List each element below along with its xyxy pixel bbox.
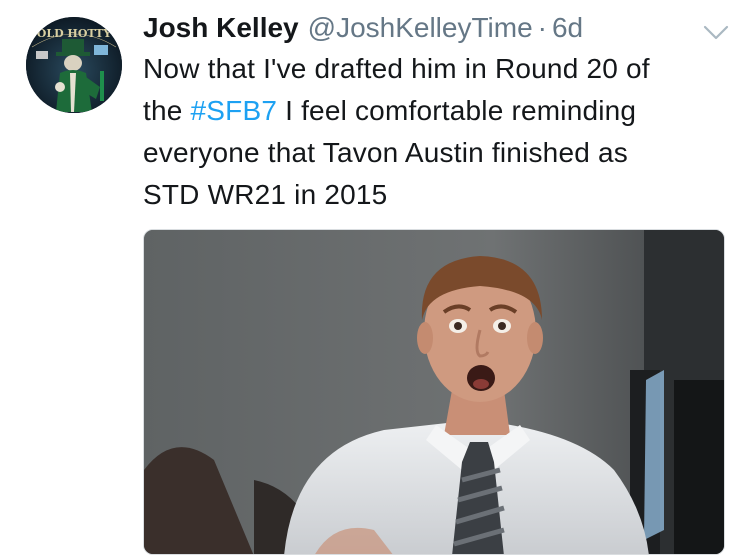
chevron-down-icon[interactable] (703, 24, 729, 42)
tweet-text: Now that I've drafted him in Round 20 of… (143, 48, 723, 216)
author-name[interactable]: Josh Kelley (143, 8, 299, 48)
tweet-card: OLD HOTTY Josh Kelley @JoshKelleyTime · … (0, 0, 737, 559)
tweet-text-line: the #SFB7 I feel comfortable reminding (143, 90, 723, 132)
hashtag-link[interactable]: #SFB7 (191, 95, 278, 126)
timestamp[interactable]: 6d (552, 8, 583, 48)
author-handle[interactable]: @JoshKelleyTime (308, 8, 533, 48)
avatar[interactable]: OLD HOTTY (26, 17, 122, 113)
tweet-media-gif[interactable] (143, 229, 725, 555)
separator-dot: · (537, 12, 547, 43)
tweet-text-line: everyone that Tavon Austin finished as (143, 137, 628, 168)
tweet-text-segment: the (143, 95, 191, 126)
tweet-header: Josh Kelley @JoshKelleyTime · 6d (143, 8, 583, 48)
gif-image (144, 230, 724, 554)
avatar-image: OLD HOTTY (26, 17, 122, 113)
tweet-text-line: Now that I've drafted him in Round 20 of (143, 53, 650, 84)
tweet-text-segment: I feel comfortable reminding (277, 95, 637, 126)
avatar-logo-text: OLD HOTTY (37, 27, 112, 40)
tweet-text-line: STD WR21 in 2015 (143, 179, 388, 210)
